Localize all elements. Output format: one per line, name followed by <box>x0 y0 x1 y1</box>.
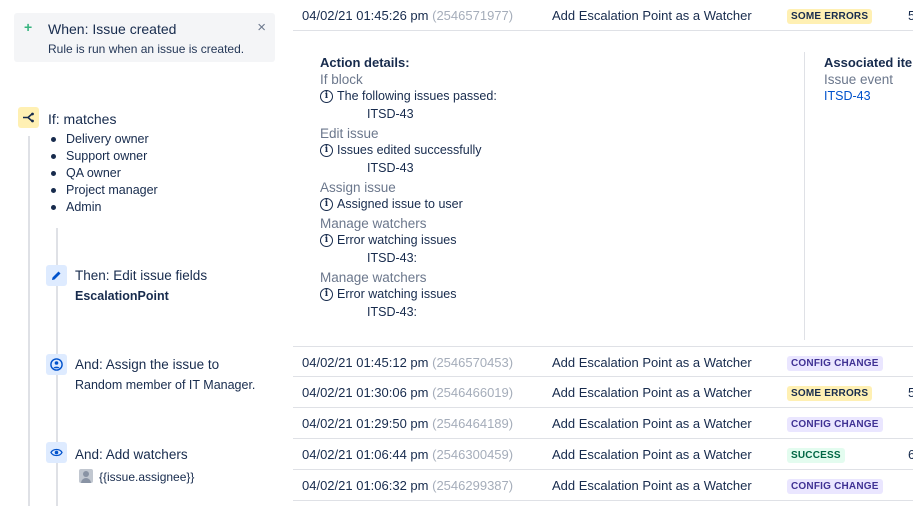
close-icon[interactable]: × <box>257 19 266 36</box>
audit-date: 04/02/21 01:06:32 pm (2546299387) <box>302 478 514 493</box>
condition-item: Support owner <box>48 148 158 165</box>
info-icon: i <box>320 287 333 301</box>
info-icon: i <box>320 143 333 157</box>
audit-id: (2546300459) <box>432 447 514 462</box>
audit-rule-name: Add Escalation Point as a Watcher <box>552 478 752 493</box>
status-badge: CONFIG CHANGE <box>787 417 883 432</box>
plus-icon: + <box>24 19 33 35</box>
action-assign-title[interactable]: And: Assign the issue to <box>75 357 219 372</box>
details-message: i Issues edited successfully <box>320 143 482 157</box>
status-badge: CONFIG CHANGE <box>787 479 883 494</box>
details-message: i Assigned issue to user <box>320 197 463 211</box>
condition-item: QA owner <box>48 165 158 182</box>
status-badge: SUCCESS <box>787 448 845 463</box>
details-issue: ITSD-43 <box>367 161 414 175</box>
action-details-panel: Action details: If block i The following… <box>293 31 913 346</box>
trigger-title: When: Issue created <box>48 21 177 37</box>
audit-rule-name: Add Escalation Point as a Watcher <box>552 447 752 462</box>
audit-row-expanded[interactable]: 04/02/21 01:45:26 pm (2546571977) Add Es… <box>293 0 913 31</box>
avatar <box>79 469 93 483</box>
audit-id: (2546299387) <box>432 478 514 493</box>
details-issue: ITSD-43: <box>367 251 418 265</box>
audit-date: 04/02/21 01:29:50 pm (2546464189) <box>302 416 514 431</box>
audit-row[interactable]: 04/02/21 01:06:44 pm (2546300459) Add Es… <box>293 439 913 470</box>
trigger-subtitle: Rule is run when an issue is created. <box>48 42 245 56</box>
audit-date: 04/02/21 01:45:26 pm (2546571977) <box>302 8 514 23</box>
audit-rule-name: Add Escalation Point as a Watcher <box>552 355 752 370</box>
action-edit-title[interactable]: Then: Edit issue fields <box>75 268 207 283</box>
condition-item: Admin <box>48 199 158 216</box>
branch-icon <box>18 107 39 128</box>
action-details-heading: Action details: <box>320 55 410 70</box>
details-section-title: Assign issue <box>320 180 396 195</box>
rule-connector-line <box>28 136 30 506</box>
action-assign-detail: Random member of IT Manager. <box>75 378 256 392</box>
associated-items-heading: Associated items <box>824 55 913 70</box>
audit-rule-name: Add Escalation Point as a Watcher <box>552 385 752 400</box>
info-icon: i <box>320 233 333 247</box>
details-issue: ITSD-43 <box>367 107 414 121</box>
audit-rule-name: Add Escalation Point as a Watcher <box>552 8 752 23</box>
audit-id: (2546466019) <box>432 385 514 400</box>
eye-icon <box>46 442 67 463</box>
associated-issue-link[interactable]: ITSD-43 <box>824 89 871 103</box>
trigger-card[interactable]: + When: Issue created Rule is run when a… <box>14 13 275 62</box>
condition-item: Delivery owner <box>48 131 158 148</box>
audit-row[interactable]: 04/02/21 01:45:12 pm (2546570453) Add Es… <box>293 346 913 377</box>
status-badge: CONFIG CHANGE <box>787 356 883 371</box>
details-divider <box>804 52 805 340</box>
details-section-title: If block <box>320 72 363 87</box>
condition-item: Project manager <box>48 182 158 199</box>
audit-date: 04/02/21 01:06:44 pm (2546300459) <box>302 447 514 462</box>
audit-extra: 5 <box>908 8 913 23</box>
details-section-title: Edit issue <box>320 126 379 141</box>
details-issue: ITSD-43: <box>367 305 418 319</box>
pencil-icon <box>46 265 67 286</box>
audit-rule-name: Add Escalation Point as a Watcher <box>552 416 752 431</box>
audit-extra: 6 <box>908 447 913 462</box>
associated-type: Issue event <box>824 72 894 87</box>
details-message: i Error watching issues <box>320 233 457 247</box>
details-section-title: Manage watchers <box>320 270 427 285</box>
status-badge: SOME ERRORS <box>787 9 873 24</box>
audit-date: 04/02/21 01:45:12 pm (2546570453) <box>302 355 514 370</box>
audit-row[interactable]: 04/02/21 01:30:06 pm (2546466019) Add Es… <box>293 377 913 408</box>
audit-id: (2546571977) <box>432 8 514 23</box>
action-watchers-detail: {{issue.assignee}} <box>99 470 195 484</box>
rule-panel: + When: Issue created Rule is run when a… <box>0 0 290 506</box>
user-circle-icon <box>46 354 67 375</box>
condition-list: Delivery owner Support owner QA owner Pr… <box>48 131 158 216</box>
audit-id: (2546570453) <box>432 355 514 370</box>
action-edit-detail: EscalationPoint <box>75 289 169 303</box>
audit-id: (2546464189) <box>432 416 514 431</box>
audit-date: 04/02/21 01:30:06 pm (2546466019) <box>302 385 514 400</box>
info-icon: i <box>320 197 333 211</box>
audit-extra: 5 <box>908 385 913 400</box>
action-watchers-title[interactable]: And: Add watchers <box>75 447 188 462</box>
audit-row[interactable]: 04/02/21 01:29:50 pm (2546464189) Add Es… <box>293 408 913 439</box>
details-message: i Error watching issues <box>320 287 457 301</box>
audit-row[interactable]: 04/02/21 01:06:32 pm (2546299387) Add Es… <box>293 470 913 501</box>
details-message: i The following issues passed: <box>320 89 497 103</box>
condition-title[interactable]: If: matches <box>48 111 116 127</box>
info-icon: i <box>320 89 333 103</box>
details-section-title: Manage watchers <box>320 216 427 231</box>
status-badge: SOME ERRORS <box>787 386 873 401</box>
